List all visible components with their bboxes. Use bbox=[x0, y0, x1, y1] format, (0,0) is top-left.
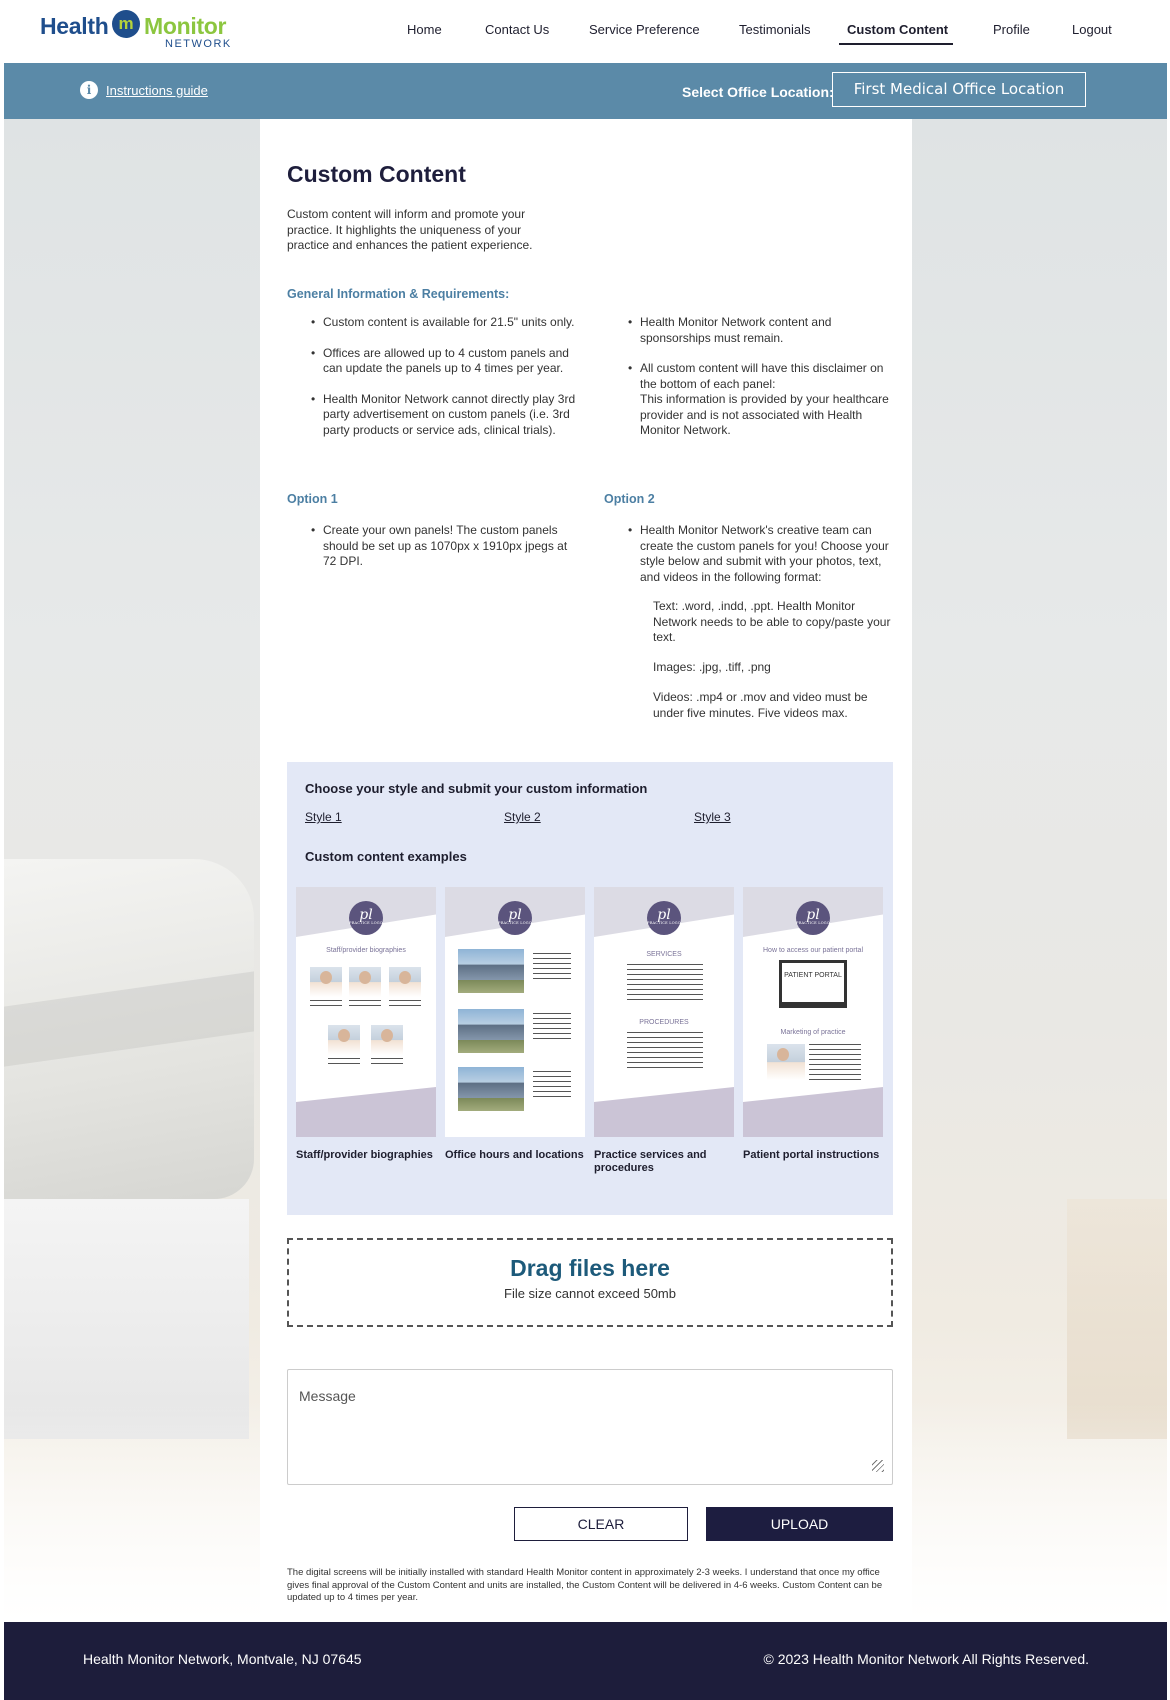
footer: Health Monitor Network, Montvale, NJ 076… bbox=[4, 1622, 1167, 1700]
page-intro: Custom content will inform and promote y… bbox=[287, 207, 533, 252]
general-info-heading: General Information & Requirements: bbox=[287, 287, 510, 301]
nav-service-preference[interactable]: Service Preference bbox=[589, 22, 700, 37]
staff-photo bbox=[371, 1025, 403, 1055]
top-navigation-bar: Health m Monitor NETWORK Home Contact Us… bbox=[0, 0, 1170, 63]
nav-profile[interactable]: Profile bbox=[993, 22, 1030, 37]
nav-logout[interactable]: Logout bbox=[1072, 22, 1112, 37]
practice-logo-icon: pl bbox=[498, 901, 532, 935]
text-lines bbox=[809, 1044, 861, 1082]
style-chooser-box: Choose your style and submit your custom… bbox=[287, 762, 893, 1215]
example-card-services[interactable]: pl SERVICES PROCEDURES bbox=[594, 887, 734, 1137]
logo-word-health: Health bbox=[40, 13, 109, 39]
office-location-bar: i Instructions guide Select Office Locat… bbox=[4, 63, 1167, 119]
list-item: Custom content is available for 21.5" un… bbox=[311, 315, 581, 331]
footer-copyright: © 2023 Health Monitor Network All Rights… bbox=[763, 1651, 1089, 1667]
nav-custom-content[interactable]: Custom Content bbox=[838, 22, 954, 45]
file-drop-zone[interactable]: Drag files here File size cannot exceed … bbox=[287, 1238, 893, 1327]
card-label: Patient portal instructions bbox=[743, 1149, 880, 1161]
logo-word-monitor: Monitor bbox=[144, 13, 227, 39]
instructions-guide-label: Instructions guide bbox=[106, 82, 208, 98]
example-card-patient-portal[interactable]: pl How to access our patient portal PATI… bbox=[743, 887, 883, 1137]
card-footer-band bbox=[296, 1087, 436, 1137]
practice-logo-icon: pl bbox=[349, 901, 383, 935]
staff-photo bbox=[767, 1044, 805, 1080]
nav-contact-us[interactable]: Contact Us bbox=[485, 22, 549, 37]
custom-content-panel: Custom Content Custom content will infor… bbox=[260, 119, 912, 1622]
building-photo bbox=[458, 1009, 524, 1053]
example-card-office-hours[interactable]: pl bbox=[445, 887, 585, 1137]
staff-photo bbox=[310, 967, 342, 997]
building-photo bbox=[458, 1067, 524, 1111]
card-heading: SERVICES bbox=[646, 951, 682, 958]
logo-mark-icon: m bbox=[112, 10, 140, 38]
drop-zone-title: Drag files here bbox=[510, 1255, 670, 1281]
option-2-list: Health Monitor Network's creative team c… bbox=[628, 523, 898, 600]
card-label: Staff/provider biographies bbox=[296, 1149, 433, 1161]
text-lines bbox=[389, 1000, 421, 1008]
text-lines bbox=[627, 1032, 703, 1072]
card-footer-band bbox=[594, 1087, 734, 1137]
text-lines bbox=[310, 1000, 342, 1008]
staff-photo bbox=[349, 967, 381, 997]
building-photo bbox=[458, 949, 524, 993]
text-lines bbox=[533, 1071, 571, 1101]
style-1-link[interactable]: Style 1 bbox=[305, 810, 342, 824]
page-title: Custom Content bbox=[287, 161, 466, 187]
card-heading: How to access our patient portal bbox=[763, 947, 863, 954]
staff-photo bbox=[328, 1025, 360, 1055]
office-location-label: Select Office Location: bbox=[682, 84, 834, 100]
card-subheading: PROCEDURES bbox=[639, 1019, 689, 1026]
text-lines bbox=[533, 953, 571, 983]
practice-logo-icon: pl bbox=[647, 901, 681, 935]
list-item: Health Monitor Network content and spons… bbox=[628, 315, 898, 346]
clear-button[interactable]: CLEAR bbox=[514, 1507, 688, 1541]
example-card-staff-bios[interactable]: pl Staff/provider biographies bbox=[296, 887, 436, 1137]
office-location-select[interactable]: First Medical Office Location bbox=[832, 72, 1086, 107]
info-icon: i bbox=[80, 81, 98, 99]
style-2-link[interactable]: Style 2 bbox=[504, 810, 541, 824]
list-item: All custom content will have this discla… bbox=[628, 361, 898, 439]
drop-zone-subtitle: File size cannot exceed 50mb bbox=[504, 1286, 676, 1301]
format-images: Images: .jpg, .tiff, .png bbox=[653, 660, 771, 674]
general-info-list-left: Custom content is available for 21.5" un… bbox=[311, 315, 581, 453]
card-label: Office hours and locations bbox=[445, 1149, 584, 1161]
card-subheading: Marketing of practice bbox=[780, 1029, 846, 1036]
option-1-list: Create your own panels! The custom panel… bbox=[311, 523, 573, 585]
text-lines bbox=[349, 1000, 381, 1008]
card-heading: Staff/provider biographies bbox=[326, 947, 406, 954]
style-3-link[interactable]: Style 3 bbox=[694, 810, 731, 824]
general-info-list-right: Health Monitor Network content and spons… bbox=[628, 315, 898, 439]
resize-grip-icon[interactable] bbox=[872, 1460, 884, 1472]
instructions-guide-link[interactable]: i Instructions guide bbox=[80, 81, 208, 99]
installation-disclaimer: The digital screens will be initially in… bbox=[287, 1567, 883, 1603]
text-lines bbox=[371, 1058, 403, 1066]
examples-heading: Custom content examples bbox=[305, 849, 467, 864]
option-2-heading: Option 2 bbox=[604, 492, 655, 506]
format-text: Text: .word, .indd, .ppt. Health Monitor… bbox=[653, 599, 891, 644]
text-lines bbox=[627, 964, 703, 1004]
text-lines bbox=[328, 1058, 360, 1066]
message-field[interactable] bbox=[287, 1369, 893, 1485]
laptop-icon: PATIENT PORTAL bbox=[779, 960, 847, 1008]
upload-button[interactable]: UPLOAD bbox=[706, 1507, 893, 1541]
footer-address: Health Monitor Network, Montvale, NJ 076… bbox=[83, 1651, 362, 1667]
staff-photo bbox=[389, 967, 421, 997]
list-item: Create your own panels! The custom panel… bbox=[311, 523, 573, 570]
panel-disclaimer-text: This information is provided by your hea… bbox=[640, 392, 889, 437]
nav-home[interactable]: Home bbox=[407, 22, 442, 37]
disclaimer-intro-text: All custom content will have this discla… bbox=[640, 361, 884, 391]
practice-logo-icon: pl bbox=[796, 901, 830, 935]
format-videos: Videos: .mp4 or .mov and video must be u… bbox=[653, 690, 868, 720]
nav-testimonials[interactable]: Testimonials bbox=[739, 22, 811, 37]
list-item: Health Monitor Network's creative team c… bbox=[628, 523, 898, 585]
option-1-heading: Option 1 bbox=[287, 492, 338, 506]
list-item: Offices are allowed up to 4 custom panel… bbox=[311, 346, 581, 377]
text-lines bbox=[533, 1013, 571, 1043]
card-label: Practice services and procedures bbox=[594, 1149, 707, 1174]
style-chooser-title: Choose your style and submit your custom… bbox=[305, 781, 648, 796]
health-monitor-logo[interactable]: Health m Monitor NETWORK bbox=[40, 10, 240, 50]
list-item: Health Monitor Network cannot directly p… bbox=[311, 392, 581, 439]
card-footer-band bbox=[743, 1087, 883, 1137]
logo-word-network: NETWORK bbox=[165, 38, 232, 50]
